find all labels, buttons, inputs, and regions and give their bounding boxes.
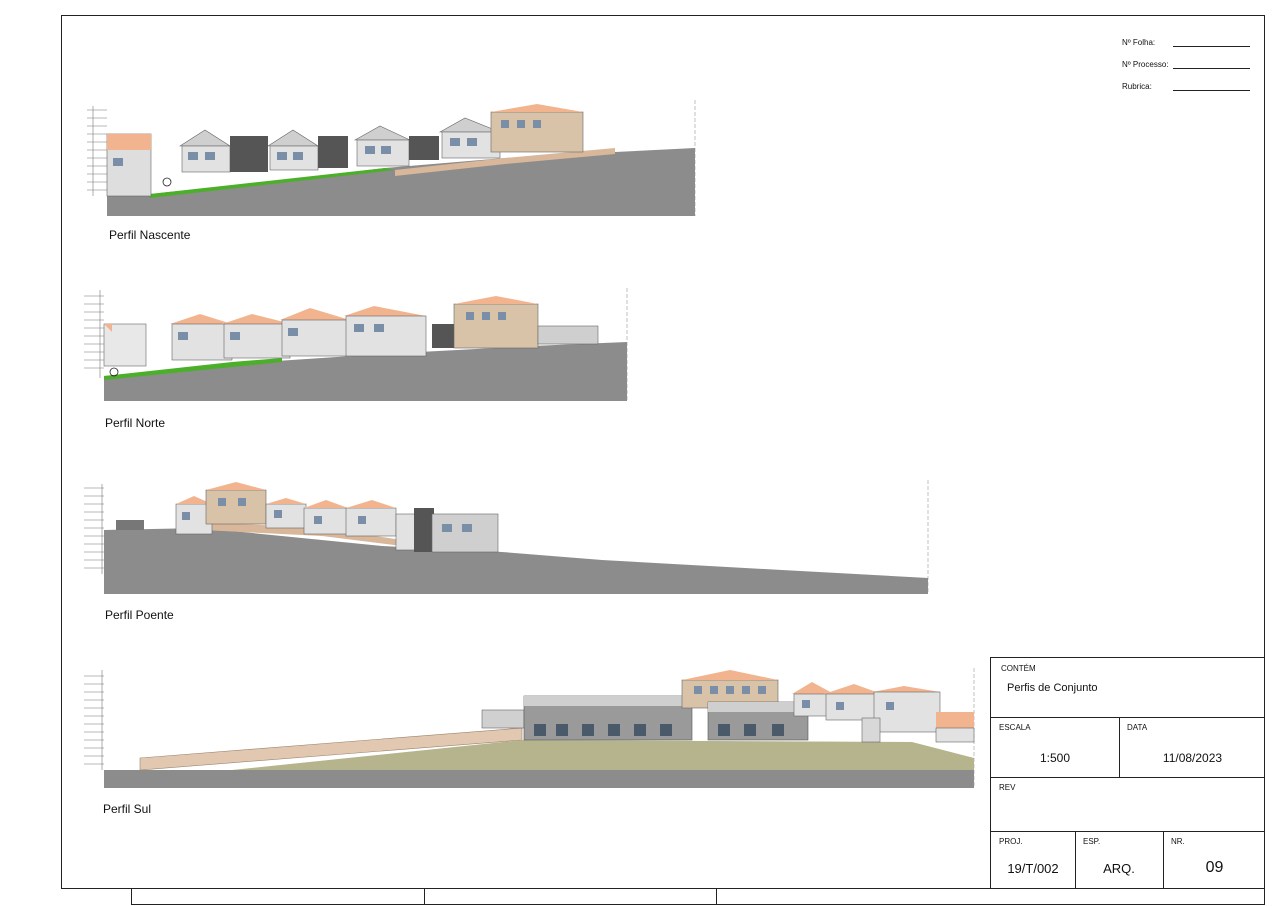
number-value: 09 [1205, 859, 1224, 876]
contents-value: Perfis de Conjunto [1007, 682, 1098, 694]
profile-nascente-drawing [87, 100, 696, 216]
scale-cell: ESCALA 1:500 [991, 717, 1119, 777]
profile-sul-label: Perfil Sul [103, 802, 152, 816]
title-block: CONTÉM Perfis de Conjunto ESCALA 1:500 D… [990, 657, 1265, 889]
date-label: DATA [1127, 723, 1148, 732]
profile-poente-drawing [84, 480, 929, 594]
contents-label: CONTÉM [1001, 664, 1036, 673]
scale-value: 1:500 [1039, 751, 1071, 765]
profile-poente-label: Perfil Poente [105, 608, 174, 622]
profile-norte-drawing [84, 288, 628, 401]
profile-nascente-label: Perfil Nascente [109, 228, 191, 242]
project-cell: PROJ. 19/T/002 [991, 831, 1075, 889]
specialty-label: ESP. [1083, 837, 1101, 846]
revision-cell: REV [991, 777, 1266, 831]
revision-label: REV [999, 783, 1016, 792]
signature-block: Nº Folha: Nº Processo: Rubrica: [1122, 36, 1252, 102]
contents-cell: CONTÉM Perfis de Conjunto [991, 658, 1266, 717]
date-cell: DATA 11/08/2023 [1119, 717, 1266, 777]
initials-label: Rubrica: [1122, 82, 1152, 91]
process-number-label: Nº Processo: [1122, 60, 1169, 69]
specialty-cell: ESP. ARQ. [1075, 831, 1163, 889]
initials-field: Rubrica: [1122, 80, 1252, 102]
profile-sul-drawing [84, 668, 975, 788]
specialty-value: ARQ. [1103, 861, 1135, 876]
bottom-strip [131, 889, 1265, 905]
process-number-field: Nº Processo: [1122, 58, 1252, 80]
number-label: NR. [1171, 837, 1185, 846]
project-value: 19/T/002 [1007, 861, 1059, 876]
sheet-number-label: Nº Folha: [1122, 38, 1156, 47]
number-cell: NR. 09 [1163, 831, 1266, 889]
sheet-number-field: Nº Folha: [1122, 36, 1252, 58]
project-label: PROJ. [999, 837, 1023, 846]
date-value: 11/08/2023 [1162, 751, 1223, 765]
scale-label: ESCALA [999, 723, 1031, 732]
frame-tick [1264, 340, 1265, 364]
profile-norte-label: Perfil Norte [105, 416, 166, 430]
